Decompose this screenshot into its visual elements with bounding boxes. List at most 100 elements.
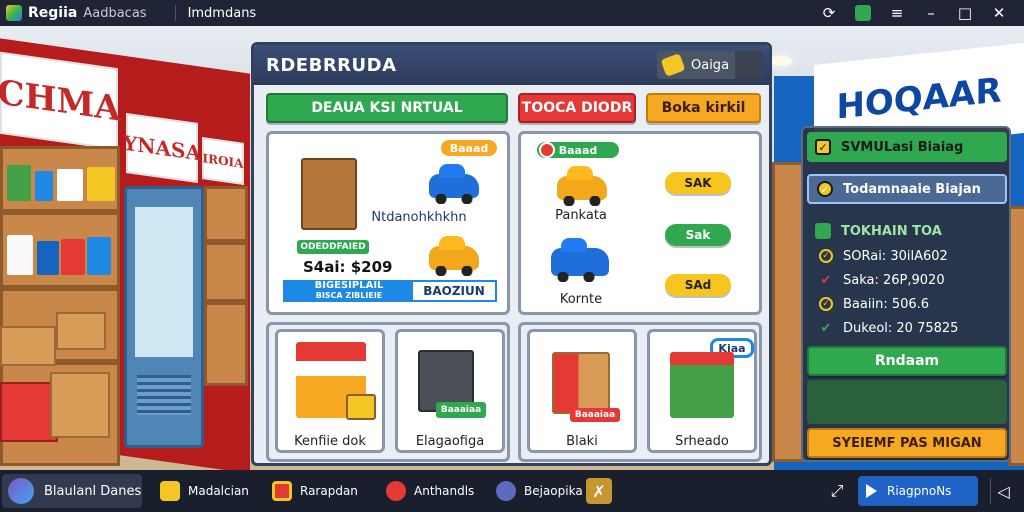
menu-icon[interactable]: ≡ bbox=[880, 0, 914, 26]
empty-slot bbox=[807, 380, 1007, 424]
taskbar: Blaulanl Danes Madalcian Rarapdan Anthan… bbox=[0, 470, 1024, 512]
product-name: Kenfiie dok bbox=[294, 434, 366, 449]
price-box-sub: BISCA ZIBLIEIE bbox=[315, 291, 383, 300]
blue-car-icon bbox=[429, 174, 479, 204]
side-option-label: SVMULasi Biaiag bbox=[841, 139, 964, 155]
coin-label: Oaiga bbox=[691, 57, 730, 73]
refresh-icon[interactable]: ⟳ bbox=[812, 0, 846, 26]
start-label: Blaulanl Danes bbox=[44, 483, 142, 499]
back-icon[interactable]: ◁ bbox=[990, 478, 1016, 504]
avatar bbox=[8, 478, 34, 504]
product-card[interactable]: Kenfiie dok bbox=[275, 329, 385, 453]
taskbar-item-label: Anthandls bbox=[414, 484, 475, 498]
checkbox-icon: ✓ bbox=[815, 139, 831, 155]
start-button[interactable]: Blaulanl Danes bbox=[2, 474, 142, 508]
taskbar-item[interactable]: Rarapdan bbox=[272, 478, 358, 504]
note-icon bbox=[160, 481, 180, 501]
side-option-today[interactable]: ✓ Todamnaaie Biajan bbox=[807, 174, 1007, 204]
panel-tabs: DEAUA KSI NRTUAL TOOCA DIODR Boka kirkil bbox=[266, 93, 761, 125]
product-card[interactable]: Baaaiaa Elagaofiga bbox=[395, 329, 505, 453]
stat-text: SORai: 30ilA602 bbox=[843, 248, 948, 264]
stat-row: ✓ SORai: 30ilA602 bbox=[819, 246, 948, 266]
store-sign-small: IROIA bbox=[202, 137, 244, 185]
price-sticker-icon bbox=[346, 394, 376, 420]
vehicle-card-right[interactable]: Baaad Pankata SAK Sak Kornte SAd bbox=[518, 131, 762, 315]
vehicle-price: S4ai: $209 bbox=[303, 258, 393, 276]
cardboard-box bbox=[50, 372, 110, 438]
tab-virtual[interactable]: DEAUA KSI NRTUAL bbox=[266, 93, 508, 123]
box-product-icon bbox=[552, 352, 610, 414]
product-name: Srheado bbox=[675, 434, 729, 449]
system-button[interactable]: SYEIEMF PAS MIGAN bbox=[807, 428, 1007, 458]
vehicle-name: Kornte bbox=[559, 292, 603, 307]
product-card[interactable]: Kiaa Srheado bbox=[647, 329, 757, 453]
app-icon[interactable] bbox=[846, 0, 880, 26]
coin-counter[interactable]: Oaiga bbox=[657, 51, 763, 79]
shop-panel: RDEBRRUDA Oaiga DEAUA KSI NRTUAL TOOCA D… bbox=[251, 42, 772, 466]
taskbar-item[interactable]: Anthandls bbox=[386, 478, 474, 504]
shelf-right bbox=[772, 162, 804, 462]
coin-icon bbox=[660, 53, 686, 77]
product-group-left: Kenfiie dok Baaaiaa Elagaofiga bbox=[266, 322, 510, 462]
red-check-icon: ✔ bbox=[820, 272, 832, 288]
store-sign-left: CHMA bbox=[0, 51, 121, 151]
close-icon[interactable]: ✕ bbox=[982, 0, 1016, 26]
flag-icon bbox=[815, 223, 831, 239]
tab-book[interactable]: Boka kirkil bbox=[646, 93, 761, 123]
play-button[interactable]: RiagpnoNs bbox=[858, 476, 978, 506]
cardboard-box bbox=[0, 326, 56, 366]
play-icon bbox=[866, 484, 877, 498]
taskbar-item-label: Madalcian bbox=[188, 484, 249, 498]
shelf-mid bbox=[204, 186, 248, 386]
globe-icon bbox=[386, 481, 406, 501]
map-icon bbox=[272, 481, 292, 501]
sale-button[interactable]: SAK bbox=[665, 172, 731, 194]
product-group-right: Baaaiaa Blaki Kiaa Srheado bbox=[518, 322, 762, 462]
taskbar-item[interactable]: Bejaopika bbox=[496, 478, 583, 504]
section-header: TOKHAIN TOA bbox=[807, 216, 1007, 246]
sale-button[interactable]: SAd bbox=[665, 274, 731, 296]
product-tag: Baaaiaa bbox=[436, 402, 486, 418]
radio-icon: ✓ bbox=[817, 181, 833, 197]
drink-fridge bbox=[124, 186, 204, 448]
vehicle-card-left[interactable]: Baaad Ntdanohkhkhn ODEDDFAIED S4ai: $209… bbox=[266, 131, 510, 315]
cardboard-box bbox=[56, 312, 106, 350]
yellow-car-icon bbox=[429, 246, 479, 276]
stat-text: Baaiin: 506.6 bbox=[843, 296, 930, 312]
coin-expand-button[interactable] bbox=[735, 51, 763, 79]
product-name: Blaki bbox=[566, 434, 598, 449]
tab-store[interactable]: TOOCA DIODR bbox=[518, 93, 636, 123]
tool-icon[interactable]: ✗ bbox=[586, 478, 612, 504]
title-divider bbox=[174, 5, 176, 21]
product-name: Elagaofiga bbox=[415, 434, 485, 449]
minimize-icon[interactable]: – bbox=[914, 0, 948, 26]
gift-basket-icon bbox=[670, 352, 734, 418]
app-logo-icon bbox=[6, 5, 22, 21]
stat-row: ✓ Baaiin: 506.6 bbox=[819, 294, 929, 314]
stat-row: ✔ Saka: 26P,9020 bbox=[819, 270, 945, 290]
taskbar-item-label: Rarapdan bbox=[300, 484, 358, 498]
sale-button[interactable]: Sak bbox=[665, 224, 731, 246]
side-panel: ✓ SVMULasi Biaiag ✓ Todamnaaie Biajan TO… bbox=[801, 126, 1011, 462]
product-card[interactable]: Baaaiaa Blaki bbox=[527, 329, 637, 453]
random-button[interactable]: Rndaam bbox=[807, 346, 1007, 376]
window-tab[interactable]: Imdmdans bbox=[188, 6, 257, 21]
taskbar-item-label: Bejaopika bbox=[524, 484, 583, 498]
panel-title: RDEBRRUDA bbox=[266, 54, 397, 76]
planet-icon bbox=[496, 481, 516, 501]
alert-icon bbox=[539, 142, 555, 158]
yellow-truck-icon bbox=[557, 176, 607, 206]
taskbar-item[interactable]: Madalcian bbox=[160, 478, 249, 504]
title-bar: Regiia Aadbacas Imdmdans ⟳ ≡ – □ ✕ bbox=[0, 0, 1024, 26]
price-box[interactable]: BIGESIPLAIL BISCA ZIBLIEIE BAOZIUN bbox=[283, 280, 497, 302]
stat-text: Saka: 26P,9020 bbox=[843, 272, 945, 288]
price-box-left: BIGESIPLAIL BISCA ZIBLIEIE bbox=[285, 281, 413, 300]
window-controls: ⟳ ≡ – □ ✕ bbox=[812, 0, 1016, 26]
info-tag: ODEDDFAIED bbox=[297, 240, 369, 254]
maximize-icon[interactable]: □ bbox=[948, 0, 982, 26]
side-option-simulation[interactable]: ✓ SVMULasi Biaiag bbox=[807, 132, 1007, 162]
panel-header: RDEBRRUDA Oaiga bbox=[254, 45, 769, 85]
product-tag: Baaaiaa bbox=[570, 408, 620, 422]
fullscreen-icon[interactable]: ⤢ bbox=[824, 478, 850, 504]
stat-text: Dukeol: 20 75825 bbox=[843, 320, 959, 336]
